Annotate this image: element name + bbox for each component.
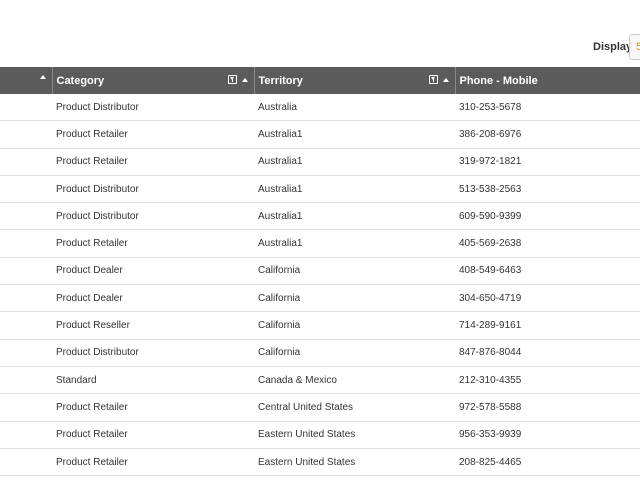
- cell-phone-mobile: 208-825-4465: [455, 448, 640, 477]
- table-row[interactable]: Product Retailer Central United States 972…: [0, 393, 640, 422]
- cell-leading: [0, 202, 52, 231]
- table-row[interactable]: Product Distributor California 847-876-804…: [0, 339, 640, 367]
- cell-phone-mobile: 386-208-6976: [455, 120, 640, 149]
- column-header-phone-mobile[interactable]: Phone - Mobile: [455, 67, 640, 94]
- cell-category: Product Distributor: [52, 202, 254, 231]
- table-row[interactable]: Product Distributor Australia1 609-590-939…: [0, 202, 640, 231]
- cell-leading: [0, 148, 52, 176]
- cell-territory: California: [254, 339, 455, 367]
- cell-category: Product Distributor: [52, 94, 254, 122]
- table-row[interactable]: Product Retailer Eastern United States 956…: [0, 421, 640, 449]
- cell-category: Standard: [52, 366, 254, 395]
- cell-leading: [0, 284, 52, 313]
- cell-category: Product Dealer: [52, 284, 254, 313]
- cell-territory: California: [254, 284, 455, 313]
- cell-phone-mobile: 609-590-9399: [455, 202, 640, 231]
- cell-phone-mobile: 513-538-2563: [455, 175, 640, 204]
- page-size-select[interactable]: 5: [629, 34, 640, 60]
- cell-category: Product Distributor: [52, 175, 254, 204]
- cell-phone-mobile: 408-549-6463: [455, 257, 640, 286]
- table-row[interactable]: Product Dealer California 304-650-4719: [0, 284, 640, 313]
- cell-leading: [0, 448, 52, 477]
- data-grid: Category Territory Phone - Mobile Produc…: [0, 67, 640, 477]
- cell-category: Product Dealer: [52, 257, 254, 286]
- cell-leading: [0, 393, 52, 422]
- cell-phone-mobile: 956-353-9939: [455, 421, 640, 449]
- cell-leading: [0, 366, 52, 395]
- cell-phone-mobile: 847-876-8044: [455, 339, 640, 367]
- cell-phone-mobile: 972-578-5588: [455, 393, 640, 422]
- table-row[interactable]: Product Retailer Australia1 386-208-6976: [0, 120, 640, 149]
- table-row[interactable]: Product Retailer Australia1 405-569-2638: [0, 229, 640, 258]
- cell-territory: Eastern United States: [254, 421, 455, 449]
- cell-category: Product Retailer: [52, 148, 254, 176]
- cell-phone-mobile: 304-650-4719: [455, 284, 640, 313]
- grid-toolbar: Display 5: [0, 0, 640, 67]
- cell-category: Product Retailer: [52, 448, 254, 477]
- cell-leading: [0, 421, 52, 449]
- page-size-value: 5: [636, 41, 640, 53]
- table-row[interactable]: Product Distributor Australia 310-253-5678: [0, 94, 640, 122]
- cell-territory: Australia1: [254, 148, 455, 176]
- cell-territory: Eastern United States: [254, 448, 455, 477]
- cell-territory: Australia1: [254, 229, 455, 258]
- cell-territory: California: [254, 311, 455, 340]
- cell-territory: Canada & Mexico: [254, 366, 455, 395]
- grid-header-row: Category Territory Phone - Mobile: [0, 67, 640, 94]
- cell-category: Product Retailer: [52, 393, 254, 422]
- column-header-territory[interactable]: Territory: [254, 67, 456, 94]
- cell-territory: Australia1: [254, 202, 455, 231]
- cell-category: Product Reseller: [52, 311, 254, 340]
- cell-leading: [0, 257, 52, 286]
- cell-territory: Australia: [254, 94, 455, 122]
- column-header-label: Phone - Mobile: [459, 75, 538, 87]
- cell-leading: [0, 120, 52, 149]
- cell-phone-mobile: 405-569-2638: [455, 229, 640, 258]
- column-header-previous[interactable]: [0, 67, 53, 94]
- sort-ascending-icon[interactable]: [241, 77, 248, 82]
- cell-category: Product Retailer: [52, 229, 254, 258]
- cell-territory: Central United States: [254, 393, 455, 422]
- cell-phone-mobile: 212-310-4355: [455, 366, 640, 395]
- cell-territory: Australia1: [254, 175, 455, 204]
- table-row[interactable]: Product Retailer Australia1 319-972-1821: [0, 148, 640, 176]
- column-header-label: Category: [56, 75, 105, 87]
- table-row[interactable]: Product Retailer Eastern United States 208…: [0, 448, 640, 477]
- table-row[interactable]: Product Dealer California 408-549-6463: [0, 257, 640, 286]
- cell-leading: [0, 229, 52, 258]
- cell-leading: [0, 94, 52, 122]
- sort-ascending-icon[interactable]: [442, 77, 449, 82]
- sort-ascending-icon[interactable]: [39, 75, 46, 79]
- cell-category: Product Retailer: [52, 120, 254, 149]
- table-row[interactable]: Product Reseller California 714-289-9161: [0, 311, 640, 340]
- cell-leading: [0, 175, 52, 204]
- column-header-label: Territory: [258, 75, 303, 87]
- cell-category: Product Retailer: [52, 421, 254, 449]
- cell-phone-mobile: 714-289-9161: [455, 311, 640, 340]
- display-label: Display: [593, 41, 633, 53]
- table-row[interactable]: Standard Canada & Mexico 212-310-4355: [0, 366, 640, 395]
- cell-phone-mobile: 310-253-5678: [455, 94, 640, 122]
- column-header-category[interactable]: Category: [52, 67, 255, 94]
- cell-leading: [0, 311, 52, 340]
- table-row[interactable]: Product Distributor Australia1 513-538-256…: [0, 175, 640, 204]
- cell-phone-mobile: 319-972-1821: [455, 148, 640, 176]
- cell-category: Product Distributor: [52, 339, 254, 367]
- grid-body: Product Distributor Australia 310-253-5678…: [0, 94, 640, 477]
- cell-territory: Australia1: [254, 120, 455, 149]
- filter-icon[interactable]: [428, 75, 438, 84]
- filter-icon[interactable]: [227, 75, 237, 84]
- cell-leading: [0, 339, 52, 367]
- cell-territory: California: [254, 257, 455, 286]
